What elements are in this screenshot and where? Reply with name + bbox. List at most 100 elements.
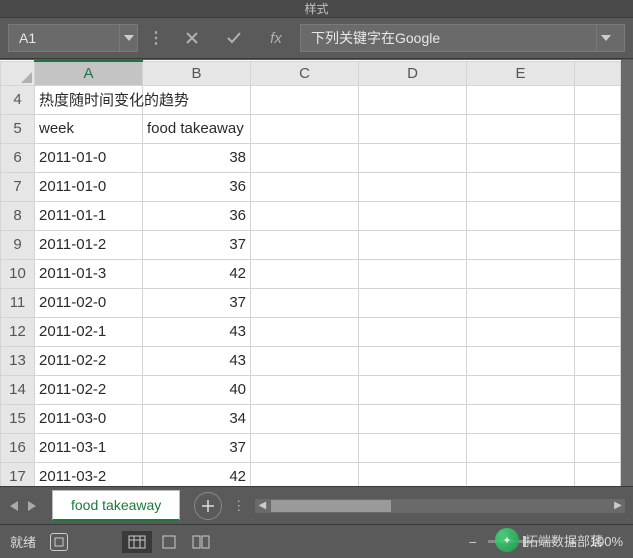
cell[interactable] xyxy=(575,346,621,375)
cell[interactable]: 42 xyxy=(143,259,251,288)
accessibility-icon[interactable] xyxy=(50,533,68,551)
row-header[interactable]: 9 xyxy=(1,230,35,259)
cell[interactable] xyxy=(251,259,359,288)
hscroll-thumb[interactable] xyxy=(271,500,391,512)
cell[interactable] xyxy=(575,85,621,114)
cell[interactable]: 2011-03-0 xyxy=(35,404,143,433)
zoom-out-button[interactable]: − xyxy=(464,533,482,551)
cell[interactable] xyxy=(575,114,621,143)
row-header[interactable]: 6 xyxy=(1,143,35,172)
cell[interactable] xyxy=(467,230,575,259)
cell[interactable] xyxy=(251,462,359,486)
row-header[interactable]: 12 xyxy=(1,317,35,346)
zoom-in-button[interactable]: + xyxy=(564,533,582,551)
col-header-extra[interactable] xyxy=(575,61,621,85)
cell[interactable] xyxy=(467,288,575,317)
cell[interactable] xyxy=(359,404,467,433)
cell[interactable] xyxy=(467,143,575,172)
horizontal-scrollbar[interactable]: ◀ ▶ xyxy=(255,499,625,513)
spreadsheet-grid[interactable]: ABCDE 4热度随时间变化的趋势5weekfood takeaway62011… xyxy=(0,60,621,486)
cell[interactable] xyxy=(251,433,359,462)
cancel-button[interactable] xyxy=(174,24,210,52)
cell[interactable]: 2011-01-0 xyxy=(35,143,143,172)
cell[interactable]: 38 xyxy=(143,143,251,172)
cell[interactable] xyxy=(575,259,621,288)
row-header[interactable]: 5 xyxy=(1,114,35,143)
cell[interactable]: 热度随时间变化的趋势 xyxy=(35,85,143,114)
formula-input[interactable]: 下列关键字在Google xyxy=(300,24,625,52)
cell[interactable]: 36 xyxy=(143,201,251,230)
cell[interactable]: food takeaway xyxy=(143,114,251,143)
tab-next-button[interactable] xyxy=(24,494,40,518)
cell[interactable] xyxy=(467,201,575,230)
cell[interactable]: 43 xyxy=(143,346,251,375)
row-header[interactable]: 10 xyxy=(1,259,35,288)
confirm-button[interactable] xyxy=(216,24,252,52)
zoom-level[interactable]: 100% xyxy=(590,534,623,549)
view-page-break-button[interactable] xyxy=(186,531,216,553)
vertical-scrollbar[interactable] xyxy=(621,60,633,486)
col-header-b[interactable]: B xyxy=(143,61,251,85)
name-box-input[interactable] xyxy=(9,30,119,46)
cell[interactable]: 2011-01-0 xyxy=(35,172,143,201)
cell[interactable] xyxy=(359,114,467,143)
cell[interactable] xyxy=(467,317,575,346)
col-header-e[interactable]: E xyxy=(467,61,575,85)
row-header[interactable]: 7 xyxy=(1,172,35,201)
cell[interactable] xyxy=(575,462,621,486)
hscroll-right-icon[interactable]: ▶ xyxy=(611,499,625,513)
cell[interactable] xyxy=(359,462,467,486)
cell[interactable] xyxy=(359,288,467,317)
cell[interactable] xyxy=(359,201,467,230)
sheet-tab-active[interactable]: food takeaway xyxy=(52,490,180,521)
cell[interactable] xyxy=(251,172,359,201)
cell[interactable] xyxy=(575,143,621,172)
select-all-corner[interactable] xyxy=(1,61,35,85)
formula-expand-icon[interactable] xyxy=(596,25,614,51)
cell[interactable]: 42 xyxy=(143,462,251,486)
view-page-layout-button[interactable] xyxy=(154,531,184,553)
cell[interactable] xyxy=(251,404,359,433)
cell[interactable] xyxy=(467,85,575,114)
cell[interactable] xyxy=(251,346,359,375)
row-header[interactable]: 11 xyxy=(1,288,35,317)
cell[interactable]: 43 xyxy=(143,317,251,346)
row-header[interactable]: 4 xyxy=(1,85,35,114)
cell[interactable] xyxy=(359,346,467,375)
cell[interactable]: week xyxy=(35,114,143,143)
cell[interactable]: 2011-02-2 xyxy=(35,375,143,404)
cell[interactable] xyxy=(251,317,359,346)
cell[interactable]: 2011-03-1 xyxy=(35,433,143,462)
cell[interactable]: 2011-01-1 xyxy=(35,201,143,230)
cell[interactable] xyxy=(467,433,575,462)
cell[interactable]: 37 xyxy=(143,288,251,317)
cell[interactable] xyxy=(359,259,467,288)
cell[interactable] xyxy=(251,230,359,259)
row-header[interactable]: 17 xyxy=(1,462,35,486)
cell[interactable] xyxy=(467,404,575,433)
cell[interactable] xyxy=(359,143,467,172)
cell[interactable] xyxy=(467,172,575,201)
cell[interactable] xyxy=(359,375,467,404)
cell[interactable] xyxy=(359,230,467,259)
cell[interactable]: 2011-03-2 xyxy=(35,462,143,486)
cell[interactable] xyxy=(251,85,359,114)
cell[interactable]: 2011-02-0 xyxy=(35,288,143,317)
row-header[interactable]: 15 xyxy=(1,404,35,433)
hscroll-left-icon[interactable]: ◀ xyxy=(255,499,269,513)
cell[interactable] xyxy=(575,230,621,259)
cell[interactable] xyxy=(251,288,359,317)
cell[interactable]: 2011-02-2 xyxy=(35,346,143,375)
grid-viewport[interactable]: ABCDE 4热度随时间变化的趋势5weekfood takeaway62011… xyxy=(0,60,621,486)
cell[interactable] xyxy=(467,259,575,288)
cell[interactable] xyxy=(575,201,621,230)
cell[interactable] xyxy=(575,172,621,201)
cell[interactable] xyxy=(251,375,359,404)
row-header[interactable]: 8 xyxy=(1,201,35,230)
fx-button[interactable]: fx xyxy=(258,24,294,52)
col-header-c[interactable]: C xyxy=(251,61,359,85)
row-header[interactable]: 14 xyxy=(1,375,35,404)
cell[interactable] xyxy=(359,317,467,346)
cell[interactable] xyxy=(467,375,575,404)
row-header[interactable]: 16 xyxy=(1,433,35,462)
